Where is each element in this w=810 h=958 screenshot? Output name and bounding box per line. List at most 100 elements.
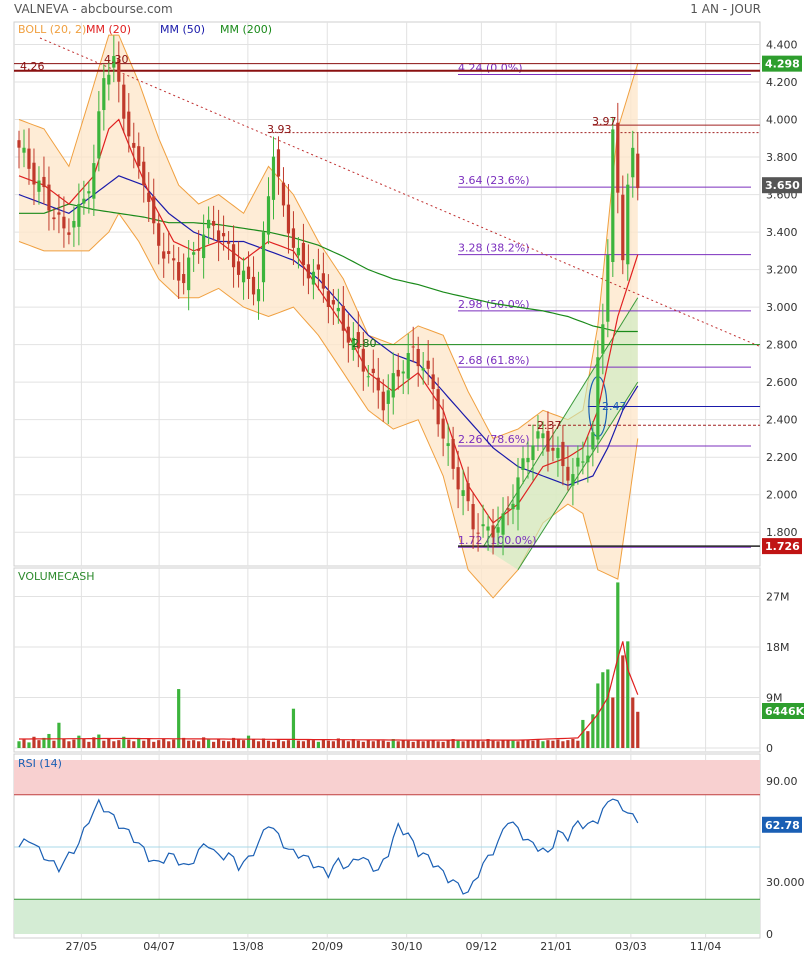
volume-bar	[276, 739, 281, 748]
legend-entry: MM (200)	[220, 23, 272, 36]
volume-bar	[411, 741, 415, 748]
volume-bar	[167, 741, 171, 748]
x-tick-label: 03/03	[615, 940, 647, 953]
volume-bar	[546, 740, 550, 748]
candle-body	[406, 353, 410, 379]
candle-body	[491, 525, 495, 538]
candle-body	[182, 274, 186, 284]
volume-bar	[466, 739, 470, 748]
volume-bar	[361, 741, 365, 748]
volume-bar	[117, 740, 121, 748]
candle-body	[226, 241, 231, 244]
chart-title: VALNEVA - abcbourse.com	[14, 2, 173, 16]
candle	[611, 116, 615, 278]
price-panel[interactable]: 4.24 (0.0%)3.64 (23.6%)3.28 (38.2%)2.98 …	[14, 23, 761, 599]
volume-bar	[281, 741, 286, 748]
x-tick-label: 30/10	[391, 940, 423, 953]
x-tick-label: 21/01	[540, 940, 572, 953]
candle-body	[17, 140, 21, 148]
candle-body	[47, 184, 51, 211]
volume-bar	[376, 740, 380, 748]
volume-bar	[97, 734, 101, 748]
candle-body	[636, 153, 640, 189]
volume-bar	[246, 735, 251, 748]
candle-body	[481, 524, 485, 527]
volume-bar	[296, 740, 301, 748]
price-badge-label: 1.726	[765, 540, 800, 553]
volume-bar	[441, 741, 445, 748]
candle-body	[22, 147, 26, 153]
candle-body	[266, 196, 271, 235]
fibonacci-label: 2.26 (78.6%)	[458, 433, 530, 446]
rsi-title: RSI (14)	[18, 757, 62, 770]
candle-body	[231, 244, 236, 268]
volume-bar	[531, 740, 535, 748]
volume-bar	[192, 740, 196, 748]
candle-body	[396, 369, 400, 377]
candle-body	[611, 129, 615, 262]
candle-body	[531, 445, 535, 461]
candle-body	[27, 148, 31, 169]
candle-body	[261, 232, 266, 283]
y-tick-label: 2.600	[766, 376, 798, 389]
y-tick-label: 2.400	[766, 414, 798, 427]
candle-body	[97, 111, 101, 159]
candle-body	[207, 219, 211, 229]
y-tick-label: 1.800	[766, 526, 798, 539]
candle-body	[621, 194, 625, 261]
volume-bar	[37, 740, 41, 748]
volume-bar	[137, 737, 141, 748]
candle-body	[92, 163, 96, 199]
candle-body	[631, 147, 635, 178]
candle-body	[571, 474, 575, 486]
candle-body	[127, 111, 131, 137]
volume-bar	[152, 741, 156, 748]
fibonacci-label: 2.68 (61.8%)	[458, 354, 530, 367]
candle-body	[162, 251, 166, 259]
volume-bar	[57, 722, 61, 748]
fibonacci-label: 3.64 (23.6%)	[458, 174, 530, 187]
volume-bar	[341, 740, 345, 748]
candle-body	[336, 307, 340, 312]
candle-body	[286, 204, 291, 234]
candle-body	[102, 78, 106, 111]
volume-bar	[67, 741, 71, 748]
candle-body	[57, 212, 61, 215]
candle-body	[37, 180, 41, 192]
candle-body	[466, 483, 470, 502]
candle-body	[62, 216, 66, 229]
volume-bar	[421, 741, 425, 748]
volume-bar	[611, 697, 615, 748]
volume-bar	[526, 739, 530, 748]
y-tick-label: 3.200	[766, 264, 798, 277]
x-tick-label: 27/05	[66, 940, 98, 953]
candle-body	[496, 527, 500, 533]
volume-bar	[77, 735, 81, 748]
rsi-panel[interactable]: RSI (14)	[14, 757, 760, 934]
volume-bar	[386, 741, 390, 748]
fibonacci-label: 2.98 (50.0%)	[458, 298, 530, 311]
volume-bar	[616, 582, 620, 748]
candle-body	[366, 376, 370, 378]
axes-layer: 27/05 04/07 13/08 20/09 30/10 09/12 21/01 03/03…	[66, 39, 805, 953]
volume-bar	[102, 740, 106, 748]
candle-body	[217, 230, 221, 241]
volume-bar	[311, 740, 316, 748]
candle-body	[431, 374, 435, 390]
candle-body	[596, 357, 600, 440]
volume-bar	[142, 740, 146, 748]
volume-bar	[316, 741, 320, 748]
candle-body	[551, 447, 555, 451]
candle-body	[486, 526, 490, 531]
volume-y-tick: 9M	[766, 691, 783, 704]
candle-body	[376, 377, 380, 391]
volume-bar	[172, 739, 176, 748]
volume-bar	[436, 741, 440, 748]
candle-body	[586, 455, 590, 463]
candle-body	[446, 443, 450, 447]
candle-body	[212, 221, 216, 226]
volume-bar	[536, 739, 540, 748]
volume-bar	[541, 741, 545, 748]
volume-bar	[132, 741, 136, 748]
volume-bar	[521, 740, 525, 748]
